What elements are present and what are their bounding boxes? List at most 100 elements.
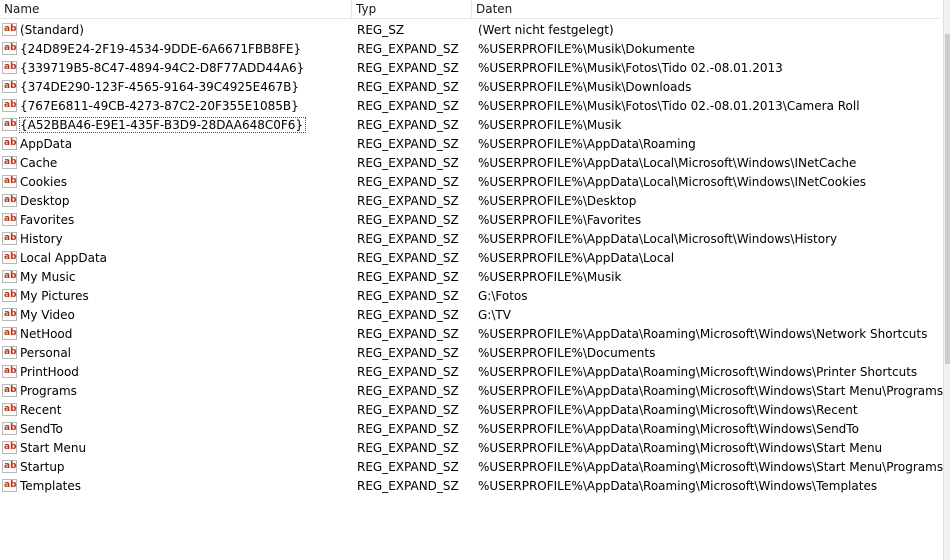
value-type: REG_EXPAND_SZ [357, 156, 459, 170]
value-name-cell[interactable]: ab PrintHood [2, 363, 350, 382]
registry-value-row[interactable]: ab {A52BBA46-E9E1-435F-B3D9-28DAA648C0F6}… [0, 116, 943, 135]
reg-string-value-icon: ab [2, 99, 17, 112]
value-name: My Video [20, 308, 75, 322]
registry-value-row[interactable]: ab {339719B5-8C47-4894-94C2-D8F77ADD44A6}… [0, 59, 943, 78]
value-name-cell[interactable]: ab Cache [2, 154, 350, 173]
value-name-cell[interactable]: ab My Music [2, 268, 350, 287]
value-data: %USERPROFILE%\Musik [478, 118, 622, 132]
registry-value-row[interactable]: ab My Music REG_EXPAND_SZ %USERPROFILE%\Mus… [0, 268, 943, 287]
icon-glyph: ab [4, 442, 17, 452]
registry-value-row[interactable]: ab {374DE290-123F-4565-9164-39C4925E467B}… [0, 78, 943, 97]
value-data: %USERPROFILE%\AppData\Roaming\Microsoft\… [478, 384, 943, 398]
registry-value-row[interactable]: ab Start Menu REG_EXPAND_SZ %USERPROFILE%\A… [0, 439, 943, 458]
registry-value-row[interactable]: ab Startup REG_EXPAND_SZ %USERPROFILE%\AppD… [0, 458, 943, 477]
registry-value-row[interactable]: ab AppData REG_EXPAND_SZ %USERPROFILE%\AppD… [0, 135, 943, 154]
registry-value-row[interactable]: ab Local AppData REG_EXPAND_SZ %USERPROFILE… [0, 249, 943, 268]
value-data: %USERPROFILE%\AppData\Roaming\Microsoft\… [478, 479, 878, 493]
value-name-cell[interactable]: ab Desktop [2, 192, 350, 211]
reg-string-value-icon: ab [2, 346, 17, 359]
value-name-cell[interactable]: ab Local AppData [2, 249, 350, 268]
value-type: REG_EXPAND_SZ [357, 384, 459, 398]
reg-string-value-icon: ab [2, 308, 17, 321]
registry-value-row[interactable]: ab {24D89E24-2F19-4534-9DDE-6A6671FBB8FE}… [0, 40, 943, 59]
scrollbar-thumb[interactable] [945, 34, 950, 364]
column-header-name[interactable]: Name [0, 0, 352, 18]
registry-value-row[interactable]: ab History REG_EXPAND_SZ %USERPROFILE%\AppD… [0, 230, 943, 249]
value-name-cell[interactable]: ab Start Menu [2, 439, 350, 458]
value-type: REG_EXPAND_SZ [357, 289, 459, 303]
value-name-cell[interactable]: ab Personal [2, 344, 350, 363]
column-header-typ[interactable]: Typ [352, 0, 472, 18]
registry-value-row[interactable]: ab NetHood REG_EXPAND_SZ %USERPROFILE%\AppD… [0, 325, 943, 344]
value-type: REG_EXPAND_SZ [357, 422, 459, 436]
value-type: REG_EXPAND_SZ [357, 232, 459, 246]
icon-glyph: ab [4, 309, 17, 319]
value-name-cell[interactable]: ab {A52BBA46-E9E1-435F-B3D9-28DAA648C0F6} [2, 116, 350, 135]
registry-value-row[interactable]: ab My Pictures REG_EXPAND_SZ G:\Fotos [0, 287, 943, 306]
value-type: REG_EXPAND_SZ [357, 346, 459, 360]
value-name-cell[interactable]: ab AppData [2, 135, 350, 154]
registry-value-row[interactable]: ab Programs REG_EXPAND_SZ %USERPROFILE%\App… [0, 382, 943, 401]
registry-value-row[interactable]: ab Desktop REG_EXPAND_SZ %USERPROFILE%\Desk… [0, 192, 943, 211]
registry-value-row[interactable]: ab My Video REG_EXPAND_SZ G:\TV [0, 306, 943, 325]
registry-value-row[interactable]: ab Templates REG_EXPAND_SZ %USERPROFILE%\Ap… [0, 477, 943, 496]
value-data: %USERPROFILE%\Musik\Fotos\Tido 02.-08.01… [478, 99, 860, 113]
registry-value-row[interactable]: ab (Standard) REG_SZ (Wert nicht festgelegt… [0, 21, 943, 40]
value-data: %USERPROFILE%\AppData\Local\Microsoft\Wi… [478, 175, 867, 189]
value-name-cell[interactable]: ab Templates [2, 477, 350, 496]
value-data: %USERPROFILE%\AppData\Roaming\Microsoft\… [478, 422, 859, 436]
value-data: G:\TV [478, 308, 511, 322]
value-name-cell[interactable]: ab Startup [2, 458, 350, 477]
icon-glyph: ab [4, 24, 17, 34]
value-name-cell[interactable]: ab History [2, 230, 350, 249]
value-name-cell[interactable]: ab SendTo [2, 420, 350, 439]
value-data: %USERPROFILE%\AppData\Roaming\Microsoft\… [478, 365, 918, 379]
registry-value-row[interactable]: ab Cache REG_EXPAND_SZ %USERPROFILE%\AppDat… [0, 154, 943, 173]
value-name: Programs [20, 384, 77, 398]
registry-value-row[interactable]: ab Favorites REG_EXPAND_SZ %USERPROFILE%\Fa… [0, 211, 943, 230]
value-name-cell[interactable]: ab My Pictures [2, 287, 350, 306]
reg-string-value-icon: ab [2, 61, 17, 74]
registry-value-row[interactable]: ab SendTo REG_EXPAND_SZ %USERPROFILE%\AppDa… [0, 420, 943, 439]
registry-value-row[interactable]: ab Personal REG_EXPAND_SZ %USERPROFILE%\Doc… [0, 344, 943, 363]
value-name-cell[interactable]: ab My Video [2, 306, 350, 325]
value-data: %USERPROFILE%\Musik\Fotos\Tido 02.-08.01… [478, 61, 783, 75]
value-name-cell[interactable]: ab {24D89E24-2F19-4534-9DDE-6A6671FBB8FE} [2, 40, 350, 59]
value-type: REG_EXPAND_SZ [357, 137, 459, 151]
value-name: Cache [20, 156, 58, 170]
value-name-cell[interactable]: ab Cookies [2, 173, 350, 192]
vertical-scrollbar[interactable] [943, 0, 950, 560]
value-data: %USERPROFILE%\Musik [478, 270, 622, 284]
value-name: History [20, 232, 63, 246]
value-name: NetHood [20, 327, 73, 341]
value-name-cell[interactable]: ab {767E6811-49CB-4273-87C2-20F355E1085B} [2, 97, 350, 116]
value-name-cell[interactable]: ab (Standard) [2, 21, 350, 40]
value-name-cell[interactable]: ab Recent [2, 401, 350, 420]
value-name-cell[interactable]: ab Favorites [2, 211, 350, 230]
registry-value-row[interactable]: ab PrintHood REG_EXPAND_SZ %USERPROFILE%\Ap… [0, 363, 943, 382]
reg-string-value-icon: ab [2, 384, 17, 397]
value-type: REG_EXPAND_SZ [357, 42, 459, 56]
registry-value-row[interactable]: ab Recent REG_EXPAND_SZ %USERPROFILE%\AppDa… [0, 401, 943, 420]
value-data: %USERPROFILE%\AppData\Roaming\Microsoft\… [478, 460, 943, 474]
reg-string-value-icon: ab [2, 441, 17, 454]
icon-glyph: ab [4, 328, 17, 338]
reg-string-value-icon: ab [2, 42, 17, 55]
registry-value-row[interactable]: ab {767E6811-49CB-4273-87C2-20F355E1085B}… [0, 97, 943, 116]
icon-glyph: ab [4, 119, 17, 129]
registry-value-row[interactable]: ab Cookies REG_EXPAND_SZ %USERPROFILE%\AppD… [0, 173, 943, 192]
reg-string-value-icon: ab [2, 156, 17, 169]
value-name: {374DE290-123F-4565-9164-39C4925E467B} [20, 80, 300, 94]
value-name: Desktop [20, 194, 70, 208]
icon-glyph: ab [4, 157, 17, 167]
reg-string-value-icon: ab [2, 175, 17, 188]
value-name: {339719B5-8C47-4894-94C2-D8F77ADD44A6} [20, 61, 305, 75]
value-name-cell[interactable]: ab {339719B5-8C47-4894-94C2-D8F77ADD44A6} [2, 59, 350, 78]
column-header-daten[interactable]: Daten [472, 0, 940, 18]
value-name-cell[interactable]: ab NetHood [2, 325, 350, 344]
value-type: REG_EXPAND_SZ [357, 80, 459, 94]
value-name-cell[interactable]: ab Programs [2, 382, 350, 401]
value-data: %USERPROFILE%\AppData\Roaming\Microsoft\… [478, 403, 858, 417]
value-name-cell[interactable]: ab {374DE290-123F-4565-9164-39C4925E467B} [2, 78, 350, 97]
value-type: REG_EXPAND_SZ [357, 308, 459, 322]
